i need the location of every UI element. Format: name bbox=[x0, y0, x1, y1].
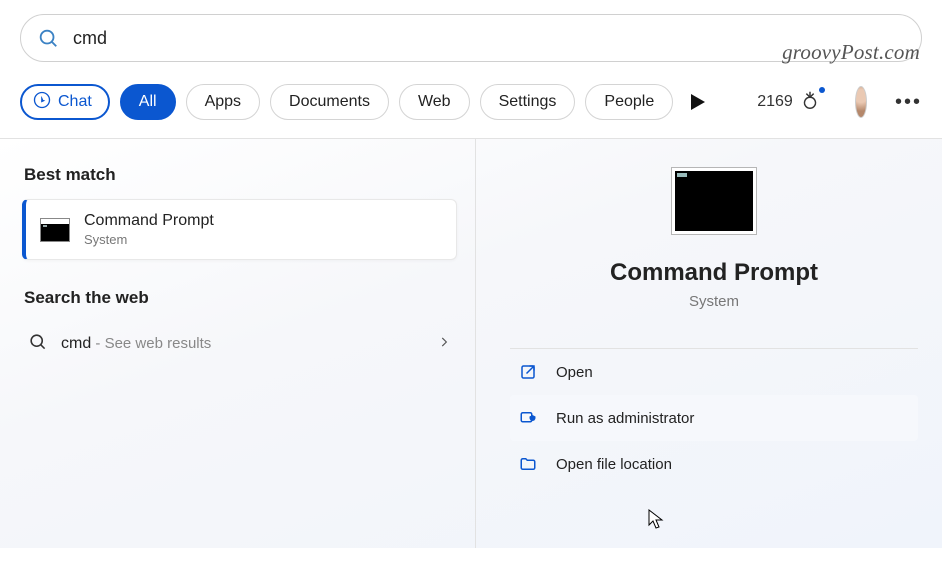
tab-all[interactable]: All bbox=[120, 84, 176, 120]
tab-chat[interactable]: Chat bbox=[20, 84, 110, 120]
action-open[interactable]: Open bbox=[510, 349, 918, 395]
play-icon[interactable] bbox=[691, 84, 705, 120]
web-hint: - See web results bbox=[91, 335, 211, 352]
tab-chat-label: Chat bbox=[58, 93, 92, 111]
search-icon bbox=[28, 332, 47, 356]
tab-apps-label: Apps bbox=[205, 93, 241, 111]
tab-apps[interactable]: Apps bbox=[186, 84, 260, 120]
tab-people[interactable]: People bbox=[585, 84, 673, 120]
result-subtitle: System bbox=[84, 232, 214, 247]
search-icon bbox=[37, 27, 59, 49]
rewards-points: 2169 bbox=[757, 93, 793, 111]
action-run-admin-label: Run as administrator bbox=[556, 410, 694, 427]
rewards-icon bbox=[799, 89, 821, 116]
search-input[interactable] bbox=[73, 28, 905, 49]
tab-settings-label: Settings bbox=[499, 93, 557, 111]
web-result[interactable]: cmd - See web results bbox=[22, 322, 457, 366]
tab-web[interactable]: Web bbox=[399, 84, 470, 120]
best-match-heading: Best match bbox=[24, 165, 457, 185]
search-bar[interactable] bbox=[20, 14, 922, 62]
tab-people-label: People bbox=[604, 93, 654, 111]
open-icon bbox=[518, 363, 538, 381]
action-open-location-label: Open file location bbox=[556, 456, 672, 473]
shield-icon bbox=[518, 409, 538, 427]
tab-all-label: All bbox=[139, 93, 157, 111]
search-web-heading: Search the web bbox=[24, 288, 457, 308]
avatar[interactable] bbox=[855, 86, 867, 118]
rewards-counter[interactable]: 2169 bbox=[757, 89, 821, 116]
chevron-right-icon bbox=[437, 335, 451, 354]
cmd-icon bbox=[40, 218, 70, 242]
result-name: Command Prompt bbox=[84, 212, 214, 230]
preview-title: Command Prompt bbox=[610, 259, 818, 287]
preview-subtitle: System bbox=[689, 293, 739, 310]
tab-settings[interactable]: Settings bbox=[480, 84, 576, 120]
action-open-location[interactable]: Open file location bbox=[510, 441, 918, 487]
preview-panel: Command Prompt System Open Run as admini… bbox=[476, 139, 942, 548]
folder-icon bbox=[518, 455, 538, 473]
preview-icon bbox=[671, 167, 757, 235]
web-term: cmd bbox=[61, 335, 91, 352]
tab-documents-label: Documents bbox=[289, 93, 370, 111]
tab-documents[interactable]: Documents bbox=[270, 84, 389, 120]
action-open-label: Open bbox=[556, 364, 593, 381]
best-match-result[interactable]: Command Prompt System bbox=[22, 199, 457, 260]
action-run-admin[interactable]: Run as administrator bbox=[510, 395, 918, 441]
more-button[interactable]: ••• bbox=[895, 91, 922, 114]
results-panel: Best match Command Prompt System Search … bbox=[0, 139, 475, 548]
bing-chat-icon bbox=[32, 90, 52, 115]
filter-row: Chat All Apps Documents Web Settings Peo… bbox=[0, 62, 942, 138]
tab-web-label: Web bbox=[418, 93, 451, 111]
